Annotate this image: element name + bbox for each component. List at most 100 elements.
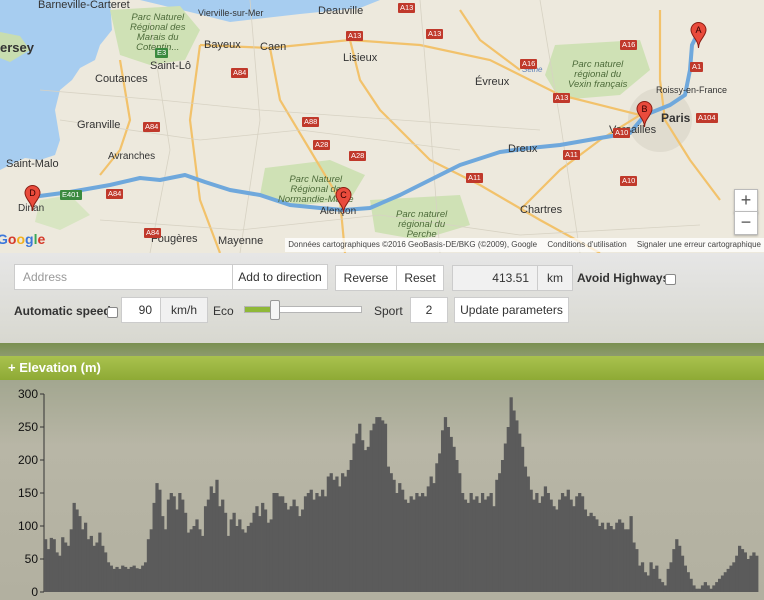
elevation-bar [266, 522, 271, 592]
report-error-link[interactable]: Signaler une erreur cartographique [637, 240, 761, 249]
road-shield: E401 [60, 190, 82, 200]
label-vierville: Vierville-sur-Mer [198, 8, 264, 18]
google-logo[interactable]: Google [0, 231, 45, 247]
elevation-bar [558, 499, 562, 592]
elevation-bar [338, 486, 342, 592]
elevation-bar [515, 420, 519, 592]
elevation-bar [238, 519, 242, 592]
elevation-bar [752, 552, 756, 592]
elevation-bar [229, 519, 233, 592]
elevation-bar [415, 493, 419, 592]
marker-d[interactable]: D [24, 185, 41, 212]
elevation-bar [112, 568, 116, 592]
elevation-bar [580, 496, 585, 592]
elevation-bar [149, 529, 153, 592]
address-input[interactable]: Address [14, 264, 233, 290]
elevation-bar [586, 516, 590, 592]
elevation-bar [638, 565, 642, 592]
elevation-bar [543, 486, 548, 592]
label-bayeux: Bayeux [204, 39, 241, 51]
elevation-bar [432, 483, 436, 592]
elevation-bar [215, 479, 219, 592]
elevation-bar [632, 542, 636, 592]
elevation-bar [58, 555, 62, 592]
elevation-bar [369, 430, 373, 592]
reverse-button[interactable]: Reverse [335, 265, 397, 291]
elevation-bar [321, 489, 325, 592]
distance-field: 413.51 [452, 265, 538, 291]
elevation-bar [675, 539, 679, 592]
elevation-bar [406, 502, 410, 592]
elevation-bar [92, 545, 96, 592]
elevation-bar [286, 509, 291, 592]
automatic-speed-checkbox[interactable] [107, 307, 118, 318]
elevation-bar [495, 479, 499, 592]
elevation-bar [526, 476, 530, 592]
marker-a[interactable]: A [690, 22, 707, 49]
elevation-bar [403, 499, 408, 592]
road-shield: A84 [144, 228, 162, 238]
elevation-bar [700, 585, 705, 592]
avoid-highways-checkbox[interactable] [665, 274, 676, 285]
elevation-bar [186, 532, 191, 592]
elevation-bar [458, 473, 462, 592]
terms-link[interactable]: Conditions d'utilisation [547, 240, 626, 249]
eco-sport-slider[interactable] [244, 300, 362, 320]
sport-level-input[interactable]: 2 [410, 297, 448, 323]
road-shield: A13 [398, 3, 416, 13]
elevation-bar [600, 522, 605, 592]
route-map[interactable]: Barneville-Carteret Vierville-sur-Mer De… [0, 0, 764, 253]
marker-b[interactable]: B [636, 101, 653, 128]
label-granville: Granville [77, 119, 121, 131]
add-to-direction-button[interactable]: Add to direction [232, 264, 328, 290]
elevation-bar [583, 509, 588, 592]
elevation-bar [669, 562, 673, 592]
reset-button[interactable]: Reset [396, 265, 444, 291]
elevation-bar [603, 529, 608, 592]
zoom-out-button[interactable]: − [734, 211, 758, 235]
elevation-bar [352, 443, 356, 592]
elevation-bar [255, 506, 259, 592]
elevation-bar [246, 526, 251, 592]
elevation-bar [132, 565, 136, 592]
elevation-bar [655, 565, 659, 592]
elevation-bar [578, 493, 582, 592]
slider-handle[interactable] [270, 300, 280, 320]
elevation-bar [438, 453, 442, 592]
elevation-chart: 0 50 100 150 200 250 300 [18, 387, 759, 599]
elevation-bar [166, 499, 171, 592]
update-parameters-button[interactable]: Update parameters [454, 297, 569, 323]
elevation-bar [203, 506, 208, 592]
elevation-bar [652, 568, 656, 592]
park-perche: Parc naturel régional du Perche [396, 209, 448, 240]
elevation-bar [78, 516, 82, 592]
elevation-bar [506, 427, 510, 592]
elevation-bar [606, 522, 610, 592]
elevation-header[interactable]: + Elevation (m) [0, 356, 764, 380]
road-shield: A13 [553, 93, 571, 103]
park-vexin: Parc naturel régional du Vexin français [568, 59, 628, 90]
elevation-bar [746, 559, 750, 592]
marker-c[interactable]: C [335, 187, 352, 214]
elevation-bar [712, 585, 716, 592]
elevation-bar [318, 496, 322, 592]
elevation-bar [615, 522, 619, 592]
elevation-bar [195, 519, 199, 592]
elevation-bar [103, 552, 108, 592]
elevation-bar [323, 496, 328, 592]
elevation-bar [49, 537, 53, 592]
zoom-in-button[interactable]: + [734, 189, 758, 213]
elevation-bar [512, 410, 516, 592]
elevation-bar [483, 499, 488, 592]
elevation-bar [381, 420, 385, 592]
speed-input[interactable]: 90 [121, 297, 161, 323]
elevation-bar [115, 566, 119, 592]
elevation-bar [706, 585, 710, 592]
elevation-bar [480, 493, 485, 592]
elevation-bar [572, 506, 576, 592]
elevation-bar [618, 519, 622, 592]
elevation-bar [312, 499, 316, 592]
elevation-bar [375, 417, 379, 592]
label-coutances: Coutances [95, 73, 148, 85]
elevation-bar [446, 427, 450, 592]
